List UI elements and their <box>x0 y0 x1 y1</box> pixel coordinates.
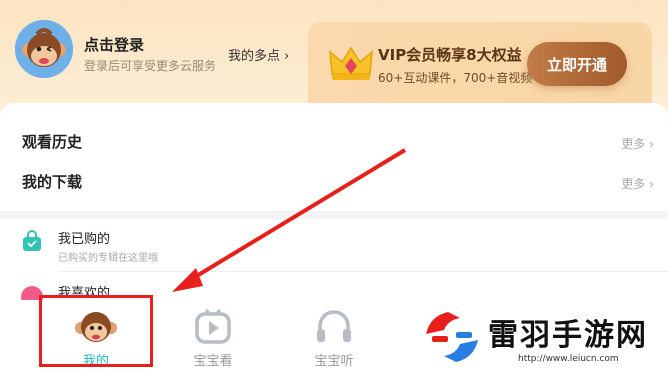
watermark: 雷羽手游网 http://www.leiucn.com <box>418 304 668 374</box>
open-vip-button[interactable]: 立即开通 <box>527 42 627 86</box>
section-divider <box>0 211 668 219</box>
login-title[interactable]: 点击登录 <box>84 34 144 55</box>
monkey-avatar-icon <box>15 20 73 78</box>
shopping-bag-icon <box>23 230 41 251</box>
list-item-purchased[interactable]: 我已购的 已购买的专辑在这里哦 <box>0 224 668 272</box>
row-label: 观看历史 <box>22 133 83 151</box>
login-subtitle: 登录后可享受更多云服务 <box>84 59 217 73</box>
more-link[interactable]: 更多 › <box>621 135 654 152</box>
row-label: 我的下载 <box>22 173 83 191</box>
tab-label: 宝宝看 <box>193 354 233 369</box>
headphones-icon <box>317 310 351 342</box>
highlight-box <box>39 295 153 367</box>
item-divider <box>58 271 668 272</box>
more-link[interactable]: 更多 › <box>621 175 654 192</box>
vip-subtitle: 60+互动课件，700+音视频 <box>378 71 533 85</box>
video-play-icon <box>195 308 231 344</box>
tab-baby-listen[interactable]: 宝宝听 <box>279 300 389 375</box>
vip-title: VIP会员畅享8大权益 <box>378 46 522 64</box>
watermark-logo-icon <box>426 312 478 362</box>
my-points-link[interactable]: 我的多点 › <box>228 45 289 64</box>
watermark-url: http://www.leiucn.com <box>518 354 619 364</box>
crown-icon <box>329 46 373 80</box>
list-title: 我已购的 <box>58 232 111 247</box>
my-downloads-row[interactable]: 我的下载 更多 › <box>0 161 668 201</box>
avatar[interactable] <box>15 20 73 78</box>
list-subtitle: 已购买的专辑在这里哦 <box>58 253 158 264</box>
tab-label: 宝宝听 <box>314 354 354 369</box>
watermark-text: 雷羽手游网 <box>488 318 648 353</box>
watch-history-row[interactable]: 观看历史 更多 › <box>0 121 668 161</box>
tab-baby-watch[interactable]: 宝宝看 <box>158 300 268 375</box>
